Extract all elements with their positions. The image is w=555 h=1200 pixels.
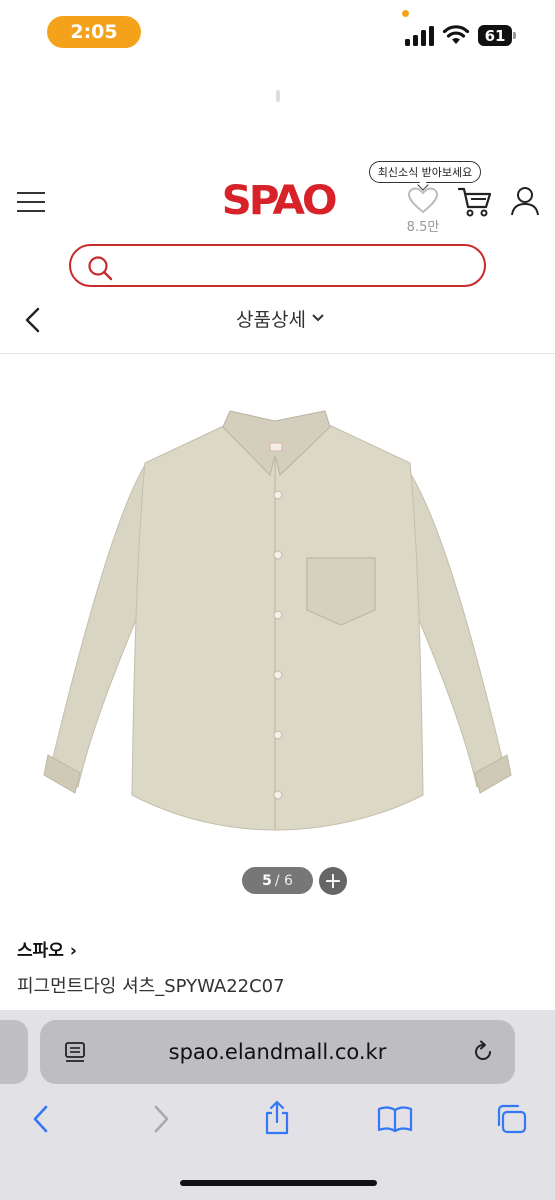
reload-icon[interactable] [471,1040,495,1064]
pager-total: / 6 [274,872,293,889]
url-text: spao.elandmall.co.kr [168,1040,387,1064]
search-input[interactable] [121,252,471,280]
page-title[interactable]: 상품상세 [210,303,350,333]
loading-indicator [276,90,280,102]
battery-level: 61 [478,25,512,46]
browser-toolbar: spao.elandmall.co.kr [0,1010,555,1200]
header-divider [0,353,555,354]
home-indicator [180,1180,377,1186]
tabs-icon[interactable] [494,1103,528,1135]
search-icon [88,256,113,281]
wifi-icon [442,25,470,44]
heart-icon [407,187,439,214]
spao-logo[interactable]: SPAO [215,178,341,224]
browser-back-icon[interactable] [30,1104,52,1134]
cellular-signal-icon [405,26,434,46]
search-bar[interactable] [69,244,486,287]
previous-tab-preview[interactable] [0,1020,28,1084]
page-menu-icon[interactable] [64,1041,88,1063]
chevron-down-icon [312,314,324,322]
subscribe-tooltip: 최신소식 받아보세요 [369,161,481,183]
brand-link[interactable]: 스파오 › [17,936,77,961]
cart-icon[interactable] [458,186,492,218]
product-image[interactable] [30,395,525,855]
status-bar: 2:05 61 [0,0,555,62]
back-arrow-icon[interactable] [22,307,46,333]
pager-current: 5 [262,872,272,889]
browser-forward-icon [154,1105,169,1133]
hamburger-menu-icon[interactable] [17,190,45,214]
share-icon[interactable] [262,1100,292,1136]
privacy-indicator-dot [402,10,409,17]
status-time: 2:05 [47,16,141,48]
user-icon[interactable] [510,186,540,216]
address-bar[interactable]: spao.elandmall.co.kr [40,1020,515,1084]
battery-icon: 61 [478,25,516,46]
zoom-plus-button[interactable]: + [319,867,347,895]
wishlist-count: 8.5만 [406,220,440,235]
product-name: 피그먼트다잉 셔츠_SPYWA22C07 [17,976,285,997]
bookmarks-icon[interactable] [377,1105,413,1133]
page-title-label: 상품상세 [236,308,306,331]
image-pager: 5 / 6 [242,867,313,894]
wishlist-button[interactable]: 8.5만 [400,186,446,235]
